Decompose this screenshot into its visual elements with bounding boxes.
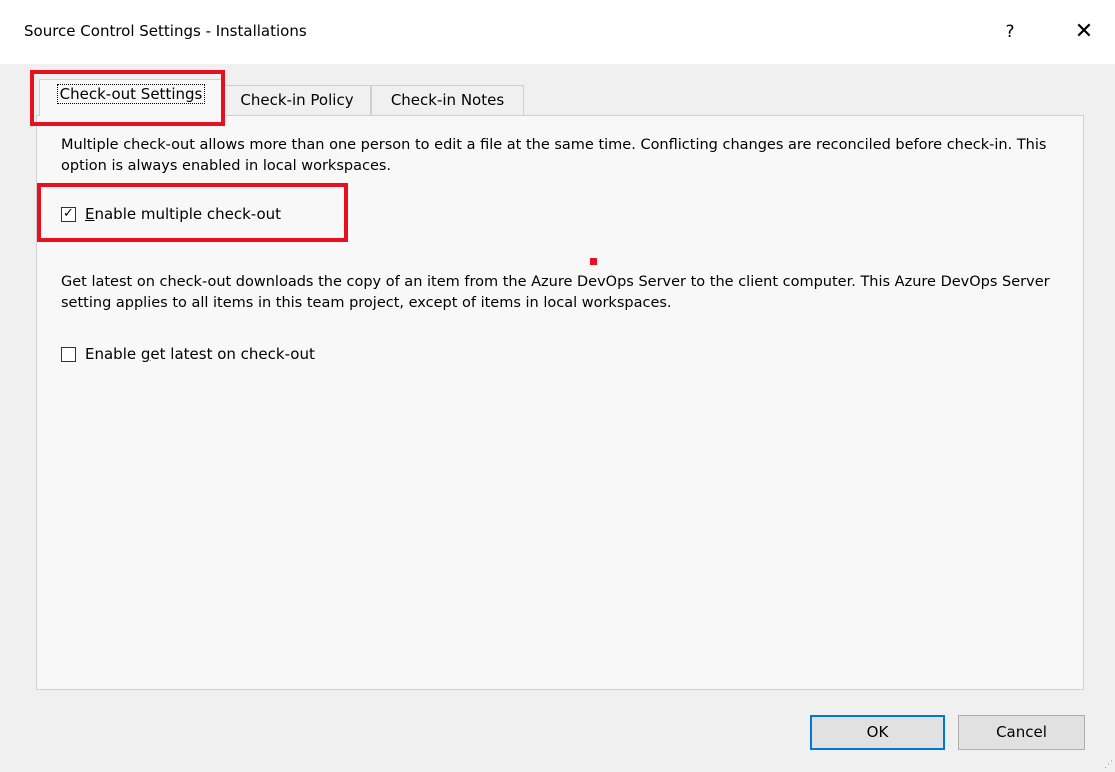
- enable-get-latest-checkbox[interactable]: [61, 346, 76, 362]
- get-latest-description: Get latest on check-out downloads the co…: [61, 274, 1050, 311]
- title-bar: Source Control Settings - Installations …: [0, 0, 1115, 64]
- mnemonic-letter: g: [140, 345, 151, 363]
- red-marker: [590, 258, 597, 265]
- tab-label: Check-in Policy: [240, 91, 354, 109]
- resize-grip-icon[interactable]: ⋰: [1104, 761, 1113, 770]
- tab-checkin-policy[interactable]: Check-in Policy: [223, 85, 371, 115]
- tab-checkin-notes[interactable]: Check-in Notes: [371, 85, 524, 115]
- multiple-checkout-description: Multiple check-out allows more than one …: [61, 137, 1047, 174]
- enable-get-latest-label: Enable get latest on check-out: [85, 345, 315, 363]
- window-title: Source Control Settings - Installations: [24, 22, 307, 40]
- highlight-box-checkbox: [37, 183, 348, 242]
- highlight-box-tab: [30, 70, 225, 126]
- close-button[interactable]: ✕: [1064, 14, 1104, 50]
- label-text: Enable: [85, 345, 141, 363]
- enable-get-latest-option[interactable]: Enable get latest on check-out: [61, 343, 315, 365]
- label-text: et latest on check-out: [150, 345, 315, 363]
- ok-button[interactable]: OK: [810, 715, 945, 750]
- help-button[interactable]: ?: [990, 14, 1030, 50]
- help-icon: ?: [1005, 22, 1015, 42]
- tab-label: Check-in Notes: [390, 91, 505, 109]
- cancel-button[interactable]: Cancel: [958, 715, 1085, 750]
- close-icon: ✕: [1074, 19, 1094, 44]
